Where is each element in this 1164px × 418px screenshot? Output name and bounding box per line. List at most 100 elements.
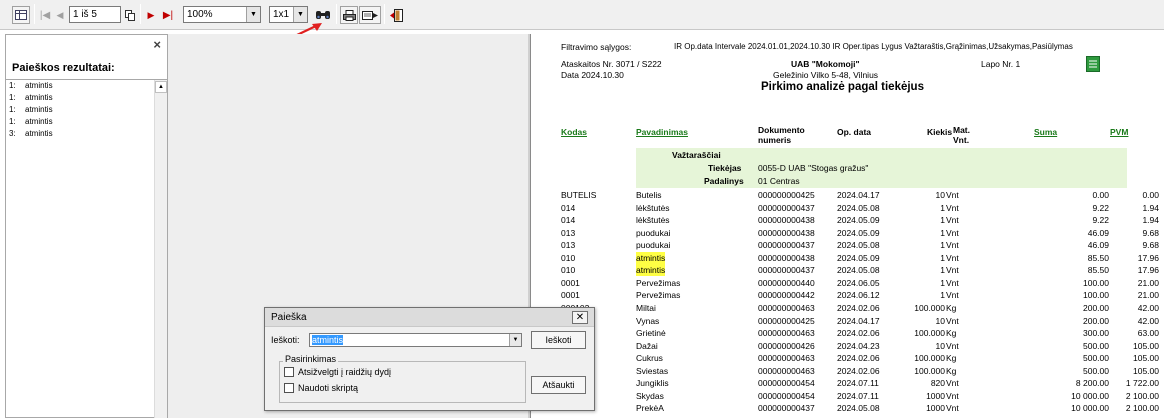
scroll-up-icon[interactable]: ▲ (155, 81, 167, 93)
cell-op-data: 2024.02.06 (837, 302, 880, 313)
cell-kiekis: 1 (940, 215, 945, 226)
cell-pvm: 2 100.00 (1125, 403, 1159, 414)
group-tiekejas-label: Tiekėjas (708, 163, 742, 173)
use-script-checkbox[interactable] (284, 383, 294, 393)
group-padalinys-label: Padalinys (704, 176, 744, 186)
cell-kodas: BUTELIS (561, 190, 597, 200)
cell-dokumento-numeris: 000000000442 (758, 290, 815, 301)
cell-kodas: 0001 (561, 277, 580, 288)
cell-pvm: 17.96 (1137, 252, 1159, 263)
cell-pvm: 9.68 (1142, 227, 1159, 238)
cell-pvm: 105.00 (1133, 365, 1159, 376)
last-page-button[interactable]: ▶| (160, 6, 176, 24)
cell-suma: 46.09 (1087, 240, 1109, 251)
table-row: 014 lėkštutės 000000000438 2024.05.09 1 Vnt 9.… (531, 214, 1164, 226)
cell-pavadinimas: Sviestas (636, 365, 669, 376)
cell-suma: 8 200.00 (1075, 378, 1109, 389)
cell-kodas: 0001 (561, 290, 580, 301)
search-button[interactable]: Ieškoti (531, 331, 586, 349)
list-item[interactable]: 1: atmintis (6, 104, 167, 116)
cell-op-data: 2024.05.09 (837, 227, 880, 238)
cell-op-data: 2024.06.05 (837, 277, 880, 288)
company-address: Geležinio Vilko 5-48, Vilnius (773, 70, 879, 80)
copy-button[interactable] (123, 6, 137, 24)
report-date: Data 2024.10.30 (561, 70, 624, 80)
col-pvm: PVM (1110, 127, 1129, 137)
cell-op-data: 2024.04.23 (837, 340, 880, 351)
cell-pavadinimas: Grietinė (636, 328, 666, 339)
cell-suma: 100.00 (1083, 290, 1109, 301)
chevron-down-icon: ▼ (246, 7, 260, 22)
exit-button[interactable] (388, 6, 406, 24)
cell-pavadinimas: lėkštutės (636, 202, 670, 213)
cell-kodas: 014 (561, 202, 576, 213)
cell-pvm: 9.68 (1142, 240, 1159, 251)
cell-dokumento-numeris: 000000000438 (758, 227, 815, 238)
cell-op-data: 2024.05.09 (837, 215, 880, 226)
cell-kiekis: 100.000 (914, 365, 945, 376)
cell-suma: 46.09 (1087, 227, 1109, 238)
excel-export-icon[interactable] (1086, 56, 1100, 72)
cell-suma: 85.50 (1087, 252, 1109, 263)
cancel-button[interactable]: Atšaukti (531, 376, 586, 394)
cell-kiekis: 1 (940, 277, 945, 288)
cell-pavadinimas: Dažai (636, 340, 658, 351)
cell-dokumento-numeris: 000000000437 (758, 202, 815, 213)
scrollbar[interactable]: ▲ (154, 80, 167, 418)
cell-pavadinimas: Pervežimas (636, 290, 681, 301)
export-button[interactable] (359, 6, 381, 24)
case-sensitive-checkbox[interactable] (284, 367, 294, 377)
cell-pavadinimas: PrekėA (636, 403, 664, 414)
table-row: Vynas 000000000425 2024.04.17 10 Vnt 200.00 42… (531, 315, 1164, 327)
printer-icon (342, 9, 356, 21)
cell-pvm: 42.00 (1137, 302, 1159, 313)
group-padalinys-value: 01 Centras (758, 176, 800, 186)
cell-suma: 500.00 (1083, 365, 1109, 376)
col-kodas: Kodas (561, 127, 587, 137)
chevron-down-icon[interactable]: ▼ (509, 334, 521, 346)
cell-op-data: 2024.07.11 (837, 390, 879, 401)
cell-suma: 85.50 (1087, 265, 1109, 276)
list-item[interactable]: 1: atmintis (6, 92, 167, 104)
first-page-button[interactable]: |◀ (38, 6, 52, 24)
close-icon[interactable]: × (153, 37, 161, 52)
cell-suma: 500.00 (1083, 340, 1109, 351)
cell-pvm: 42.00 (1137, 315, 1159, 326)
cell-op-data: 2024.07.11 (837, 378, 879, 389)
cell-vnt: Vnt (946, 390, 959, 401)
search-results-panel: × Paieškos rezultatai: 1: atmintis 1: atmi… (5, 34, 168, 418)
cell-dokumento-numeris: 000000000463 (758, 365, 815, 376)
report-toolbar: |◀ ◀ 1 iš 5 ▶ ▶| 100% ▼ 1x1 ▼ (0, 0, 1164, 30)
cell-suma: 500.00 (1083, 353, 1109, 364)
list-item[interactable]: 1: atmintis (6, 116, 167, 128)
col-mat: Mat. (953, 125, 970, 135)
next-page-button[interactable]: ▶ (145, 6, 157, 24)
table-row: Grietinė 000000000463 2024.02.06 100.000 Kg 3… (531, 327, 1164, 339)
table-row: 010 atmintis 000000000438 2024.05.09 1 Vnt 85.… (531, 251, 1164, 264)
table-row: 013 puodukai 000000000437 2024.05.08 1 Vnt 46.… (531, 239, 1164, 251)
grid-view-button[interactable] (12, 6, 30, 24)
list-item[interactable]: 1: atmintis (6, 80, 167, 92)
cell-dokumento-numeris: 000000000437 (758, 403, 815, 414)
close-icon[interactable]: ✕ (572, 311, 588, 324)
use-script-label: Naudoti skriptą (298, 383, 359, 393)
zoom-select[interactable]: 100% ▼ (183, 6, 261, 23)
print-button[interactable] (340, 6, 358, 24)
cell-vnt: Vnt (946, 277, 959, 288)
cell-kodas: 014 (561, 215, 576, 226)
cell-kiekis: 1 (940, 252, 945, 263)
list-item[interactable]: 3: atmintis (6, 128, 167, 140)
cell-vnt: Vnt (946, 215, 959, 226)
cell-pavadinimas: Miltai (636, 302, 656, 313)
cell-suma: 300.00 (1083, 328, 1109, 339)
search-value: atmintis (312, 335, 344, 345)
page-number-field[interactable]: 1 iš 5 (69, 6, 121, 23)
search-input[interactable]: atmintis ▼ (309, 333, 522, 347)
prev-page-icon: ◀ (56, 9, 64, 20)
col-suma: Suma (1034, 127, 1058, 137)
cell-suma: 200.00 (1083, 315, 1109, 326)
cell-suma: 10 000.00 (1071, 403, 1109, 414)
prev-page-button[interactable]: ◀ (54, 6, 66, 24)
col-pavadinimas: Pavadinimas (636, 127, 688, 137)
cell-suma: 10 000.00 (1071, 390, 1109, 401)
